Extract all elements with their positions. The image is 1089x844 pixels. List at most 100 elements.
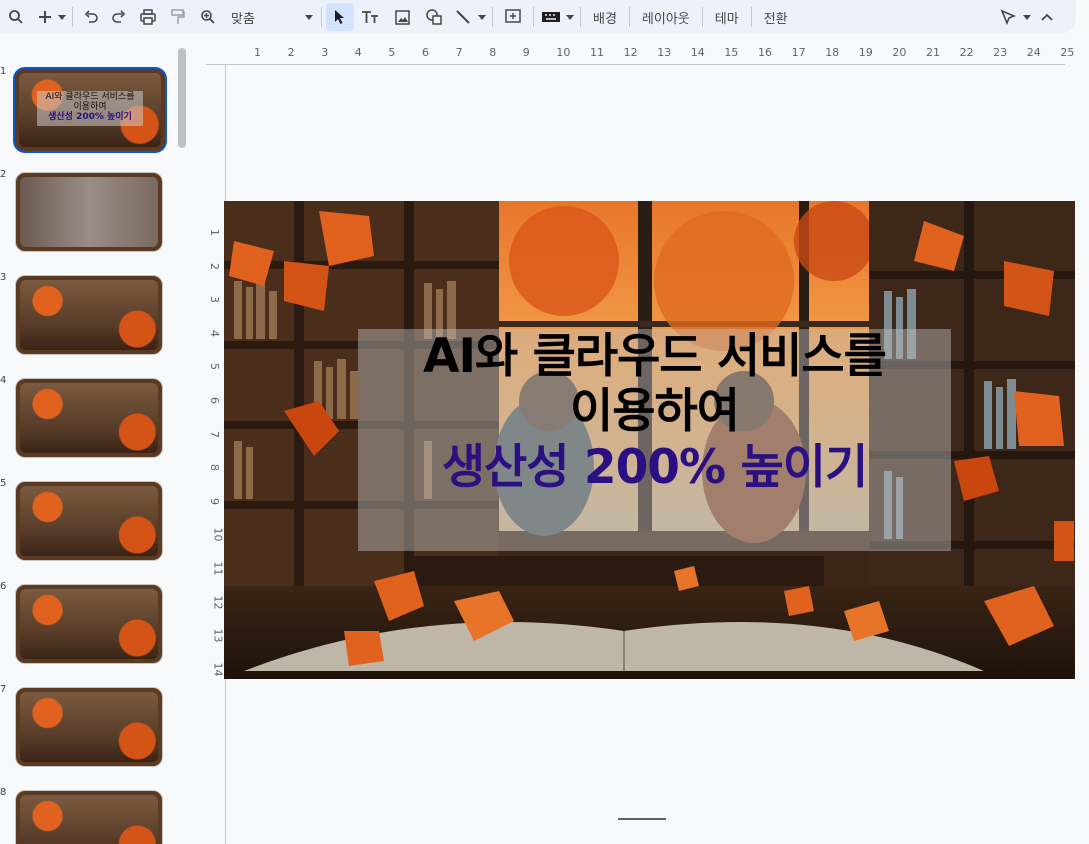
horizontal-ruler: 1 2 3 4 5 6 7 8 9 10 11 12 13 14 15 16 17 18 19 20 21 22 23 24 2… [206, 44, 1074, 65]
toolbar-divider [492, 7, 493, 27]
slide-canvas-area: 1 2 3 4 5 6 7 8 9 10 11 12 13 14 15 16 17 18 19 20 21 22 23 24 2… [190, 36, 1089, 844]
slide-thumbnail-title-line-2: 이용하여 [73, 102, 107, 112]
slide-thumbnail-number: 7 [0, 684, 6, 695]
slide-thumbnail-number: 2 [0, 169, 6, 180]
transition-button[interactable]: 전환 [756, 3, 796, 31]
toolbar-divider [72, 7, 73, 27]
slide-thumbnail[interactable]: 8 [0, 787, 167, 844]
ruler-mark: 16 [758, 46, 772, 59]
pen-icon[interactable] [996, 3, 1020, 31]
search-icon[interactable] [2, 3, 30, 31]
slide-thumbnail-preview [15, 378, 163, 458]
slide-thumbnail-number: 4 [0, 375, 6, 386]
ruler-mark: 9 [522, 46, 530, 59]
ruler-mark: 4 [208, 329, 221, 337]
pen-dropdown-chevron-icon[interactable] [1020, 3, 1034, 31]
keyboard-icon[interactable] [538, 3, 564, 31]
redo-icon[interactable] [105, 3, 133, 31]
slide-thumbnail-number: 5 [0, 478, 6, 489]
slide-thumbnail-preview [15, 275, 163, 355]
slide-thumbnail-title-line-3: 생산성 200% 높이기 [48, 112, 132, 122]
undo-icon[interactable] [77, 3, 105, 31]
ruler-mark: 19 [858, 46, 873, 59]
slide-subtitle-line: 생산성 200% 높이기 [441, 440, 868, 495]
ruler-mark: 17 [791, 46, 806, 59]
slide-thumbnail[interactable]: 7 [0, 684, 167, 770]
toolbar-divider [321, 7, 322, 27]
slide-thumbnail-title-line-1: AI와 클라우드 서비스를 [45, 92, 135, 102]
slide-filmstrip[interactable]: 1 AI와 클라우드 서비스를 이용하여 생산성 200% 높이기 2 3 4 5 6 7 8 [0, 36, 190, 844]
ruler-mark: 1 [254, 46, 261, 59]
theme-button-label: 테마 [714, 11, 739, 27]
chevron-down-icon[interactable] [301, 3, 317, 31]
zoom-select-label: 맞춤 [231, 11, 255, 27]
ruler-mark: 8 [208, 464, 221, 472]
ruler-mark: 3 [321, 46, 329, 59]
ruler-mark: 2 [208, 262, 221, 270]
background-button-label: 배경 [593, 11, 617, 27]
zoom-icon[interactable] [193, 3, 223, 31]
slide-thumbnail[interactable]: 3 [0, 272, 167, 358]
vertical-ruler: 1 2 3 4 5 6 7 8 9 10 11 12 13 14 [206, 64, 226, 844]
slide-thumbnail-number: 8 [0, 787, 6, 798]
ruler-mark: 2 [287, 46, 295, 59]
ruler-mark: 14 [211, 662, 225, 677]
collapse-icon[interactable] [1034, 3, 1060, 31]
text-box-icon[interactable] [354, 3, 386, 31]
slide-title-box[interactable]: AI와 클라우드 서비스를 이용하여 생산성 200% 높이기 [358, 329, 951, 551]
slide-thumbnail[interactable]: 1 AI와 클라우드 서비스를 이용하여 생산성 200% 높이기 [0, 66, 167, 153]
keyboard-dropdown-chevron-icon[interactable] [564, 3, 576, 31]
toolbar-divider [701, 7, 703, 27]
zoom-select[interactable]: 맞춤 [223, 3, 301, 31]
toolbar-divider [533, 7, 534, 27]
ruler-mark: 6 [422, 46, 429, 59]
transition-button-label: 전환 [763, 11, 788, 27]
ruler-mark: 5 [208, 363, 221, 371]
ruler-mark: 14 [690, 46, 705, 59]
shapes-icon[interactable] [418, 3, 450, 31]
ruler-mark: 7 [208, 430, 221, 438]
ruler-mark: 13 [211, 628, 225, 643]
background-button[interactable]: 배경 [585, 3, 625, 31]
slide-thumbnail[interactable]: 6 [0, 581, 167, 667]
add-icon[interactable] [34, 3, 56, 31]
slide-thumbnail[interactable]: 2 [0, 169, 167, 255]
current-slide[interactable]: AI와 클라우드 서비스를 이용하여 생산성 200% 높이기 [224, 201, 1075, 679]
ruler-mark: 12 [211, 595, 225, 610]
ruler-mark: 5 [388, 46, 396, 59]
ruler-mark: 11 [590, 46, 604, 59]
ruler-mark: 6 [208, 397, 221, 404]
slide-thumbnail-number: 1 [0, 66, 6, 77]
ruler-mark: 1 [208, 229, 221, 236]
select-cursor-icon[interactable] [326, 3, 354, 31]
layout-button[interactable]: 레이아웃 [634, 3, 698, 31]
slide-title-line-2: 이용하여 [570, 384, 740, 439]
add-dropdown-chevron-icon[interactable] [56, 3, 68, 31]
ruler-mark: 13 [657, 46, 672, 59]
ruler-mark: 21 [926, 46, 940, 59]
speaker-notes-resize-handle[interactable] [618, 818, 666, 820]
filmstrip-scrollbar[interactable] [178, 48, 186, 148]
print-icon[interactable] [133, 3, 163, 31]
ruler-mark: 24 [1026, 46, 1041, 59]
toolbar-divider [628, 7, 630, 27]
line-dropdown-chevron-icon[interactable] [476, 3, 488, 31]
ruler-mark: 7 [455, 46, 463, 59]
layout-button-label: 레이아웃 [641, 11, 690, 27]
slide-thumbnail-preview [15, 790, 163, 844]
slide-title-line-1: AI와 클라우드 서비스를 [423, 329, 887, 384]
slide-thumbnail-number: 3 [0, 272, 6, 283]
slide-thumbnail[interactable]: 5 [0, 478, 167, 564]
ruler-mark: 10 [556, 46, 571, 59]
slide-thumbnail[interactable]: 4 [0, 375, 167, 461]
ruler-mark: 22 [959, 46, 974, 59]
line-icon[interactable] [450, 3, 476, 31]
ruler-mark: 20 [892, 46, 907, 59]
theme-button[interactable]: 테마 [707, 3, 747, 31]
ruler-mark: 3 [208, 296, 221, 304]
paint-format-icon[interactable] [163, 3, 193, 31]
comment-icon[interactable] [497, 3, 529, 31]
slide-thumbnail-preview [15, 687, 163, 767]
slide-thumbnail-number: 6 [0, 581, 6, 592]
image-icon[interactable] [386, 3, 418, 31]
